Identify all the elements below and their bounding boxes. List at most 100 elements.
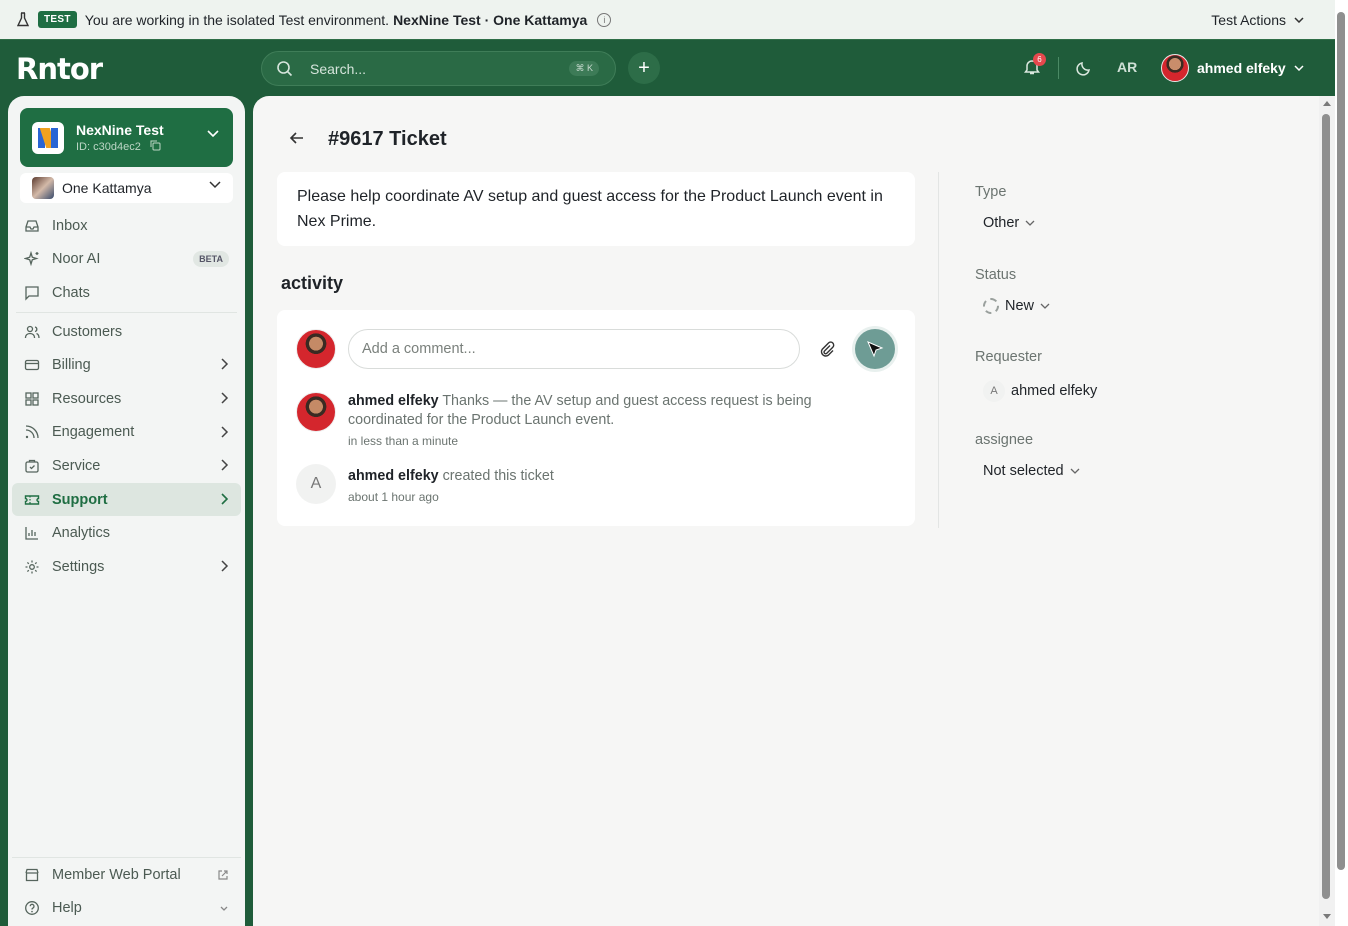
activity-panel: Add a comment... ahmed elfeky Thanks — t… <box>277 310 915 526</box>
moon-icon[interactable] <box>1075 59 1093 77</box>
ticket-icon <box>24 494 40 505</box>
test-actions-label: Test Actions <box>1211 12 1286 28</box>
avatar <box>296 329 336 369</box>
search-placeholder: Search... <box>310 60 367 77</box>
chevron-right-icon <box>221 560 229 572</box>
chevron-down-icon <box>1294 17 1304 23</box>
chevron-down-icon <box>207 130 219 138</box>
status-value: New <box>1005 298 1035 314</box>
notifications-button[interactable]: 6 <box>1023 53 1046 78</box>
requester-value[interactable]: A ahmed elfeky <box>983 380 1097 402</box>
chevron-right-icon <box>221 358 229 370</box>
gear-icon <box>25 560 39 574</box>
activity-heading: activity <box>281 273 344 293</box>
entry-author: ahmed elfeky <box>348 393 439 409</box>
org-name: NexNine Test <box>76 122 164 138</box>
chevron-down-icon <box>209 181 221 189</box>
app-logo[interactable]: Rntor <box>16 52 103 86</box>
status-label: Status <box>975 267 1017 283</box>
language-toggle[interactable]: AR <box>1117 59 1137 75</box>
send-icon <box>867 341 884 358</box>
entry-author: ahmed elfeky <box>348 468 439 484</box>
sidebar-item-chats[interactable]: Chats <box>12 276 241 310</box>
rss-icon <box>25 425 39 439</box>
help-icon <box>25 901 39 916</box>
building-name: One Kattamya <box>62 180 152 196</box>
header-divider <box>1058 57 1059 79</box>
entry-time: about 1 hour ago <box>348 490 439 504</box>
comment-input[interactable]: Add a comment... <box>348 329 800 369</box>
sidebar-item-billing[interactable]: Billing <box>12 348 241 382</box>
scrollbar-thumb[interactable] <box>1322 114 1330 899</box>
search-input[interactable]: Search... ⌘ K <box>261 51 616 86</box>
sidebar-item-label: Billing <box>52 357 91 374</box>
search-shortcut: ⌘ K <box>569 61 599 76</box>
org-id: ID: c30d4ec2 <box>76 140 164 153</box>
sidebar-item-label: Engagement <box>52 424 135 441</box>
sidebar-item-member-web-portal[interactable]: Member Web Portal <box>12 858 241 892</box>
info-icon[interactable]: i <box>597 12 612 27</box>
back-arrow-icon[interactable] <box>289 130 305 146</box>
sidebar-item-label: Customers <box>52 323 123 340</box>
entry-time: in less than a minute <box>348 434 459 448</box>
bar-chart-icon <box>25 527 38 540</box>
panel-divider <box>938 172 939 528</box>
bag-icon <box>25 459 39 473</box>
ticket-description: Please help coordinate AV setup and gues… <box>277 172 915 246</box>
test-actions-dropdown[interactable]: Test Actions <box>1211 0 1304 40</box>
requester-name: ahmed elfeky <box>1011 383 1098 399</box>
sidebar-item-help[interactable]: Help <box>12 892 241 926</box>
beta-badge: BETA <box>193 250 229 267</box>
chevron-right-icon <box>221 493 229 505</box>
add-button[interactable]: + <box>628 52 660 84</box>
avatar: A <box>296 464 336 504</box>
sidebar-item-support[interactable]: Support <box>12 482 241 517</box>
window-scrollbar[interactable] <box>1335 0 1348 926</box>
sidebar-item-engagement[interactable]: Engagement <box>12 416 241 450</box>
assignee-dropdown[interactable]: Not selected <box>983 463 1080 479</box>
sidebar-item-inbox[interactable]: Inbox <box>12 209 241 243</box>
paperclip-icon[interactable] <box>818 340 836 358</box>
building-selector[interactable]: One Kattamya <box>20 173 233 203</box>
status-dropdown[interactable]: New <box>983 298 1050 314</box>
send-button[interactable] <box>855 329 895 369</box>
comment-placeholder: Add a comment... <box>362 341 476 357</box>
avatar <box>296 392 336 432</box>
sidebar-item-label: Settings <box>52 558 105 575</box>
sidebar-item-analytics[interactable]: Analytics <box>12 516 241 550</box>
test-environment-banner: TEST You are working in the isolated Tes… <box>0 0 1348 40</box>
type-dropdown[interactable]: Other <box>983 215 1035 231</box>
banner-context: NexNine Test · One Kattamya <box>393 11 588 28</box>
sidebar-item-settings[interactable]: Settings <box>12 550 241 584</box>
user-menu[interactable]: ahmed elfeky <box>1161 54 1304 82</box>
scroll-up-arrow[interactable] <box>1323 101 1331 106</box>
status-new-icon <box>983 298 999 314</box>
chevron-down-icon <box>1294 65 1304 71</box>
chevron-right-icon <box>221 392 229 404</box>
search-icon <box>277 60 293 76</box>
copy-icon[interactable] <box>150 140 161 151</box>
inbox-icon <box>25 220 39 232</box>
chevron-right-icon <box>221 459 229 471</box>
sidebar-item-customers[interactable]: Customers <box>12 315 241 349</box>
entry-text: created this ticket <box>442 468 554 484</box>
sidebar-item-label: Support <box>52 491 108 508</box>
sidebar-item-service[interactable]: Service <box>12 449 241 483</box>
type-label: Type <box>975 184 1007 200</box>
assignee-value: Not selected <box>983 463 1064 479</box>
sidebar-item-noor-ai[interactable]: Noor AI BETA <box>12 243 241 277</box>
users-icon <box>24 325 40 338</box>
main-scrollbar[interactable] <box>1319 96 1335 926</box>
sidebar-item-resources[interactable]: Resources <box>12 382 241 416</box>
storefront-icon <box>25 868 39 881</box>
scrollbar-thumb[interactable] <box>1337 12 1345 870</box>
activity-entry: ahmed elfeky Thanks — the AV setup and g… <box>348 392 848 451</box>
sidebar-item-label: Resources <box>52 390 122 407</box>
requester-label: Requester <box>975 349 1042 365</box>
sidebar-item-label: Help <box>52 900 82 917</box>
page-title: #9617 Ticket <box>328 128 447 150</box>
test-badge: TEST <box>38 11 77 28</box>
scroll-down-arrow[interactable] <box>1323 914 1331 919</box>
external-link-icon <box>218 870 228 880</box>
organization-switcher[interactable]: NexNine Test ID: c30d4ec2 <box>20 108 233 167</box>
